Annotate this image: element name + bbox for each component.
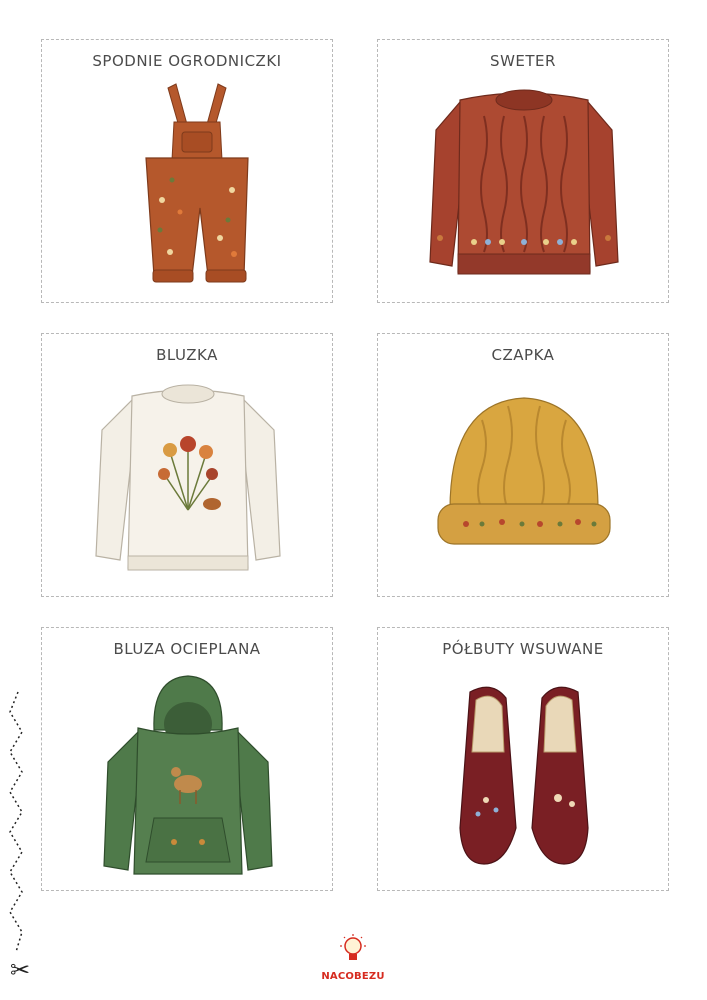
brand-logo: NACOBEZU (318, 933, 388, 982)
card-overalls: SPODNIE OGRODNICZKI (41, 39, 333, 303)
brand-name: NACOBEZU (321, 971, 385, 982)
scissors-icon: ✂ (10, 956, 31, 984)
card-sweatshirt: BLUZKA (41, 333, 333, 597)
card-sweater: SWETER (377, 39, 669, 303)
card-beanie: CZAPKA (377, 333, 669, 597)
beanie-illustration (437, 397, 611, 545)
hoodie-illustration (103, 675, 273, 875)
sweatshirt-illustration (95, 384, 281, 571)
lightbulb-icon (340, 934, 366, 960)
cut-line (9, 691, 23, 953)
sweater-illustration (429, 89, 619, 275)
shoes-illustration (459, 686, 589, 865)
card-shoes: PÓŁBUTY WSUWANE (377, 627, 669, 891)
card-hoodie: BLUZA OCIEPLANA (41, 627, 333, 891)
overalls-illustration (145, 83, 249, 283)
